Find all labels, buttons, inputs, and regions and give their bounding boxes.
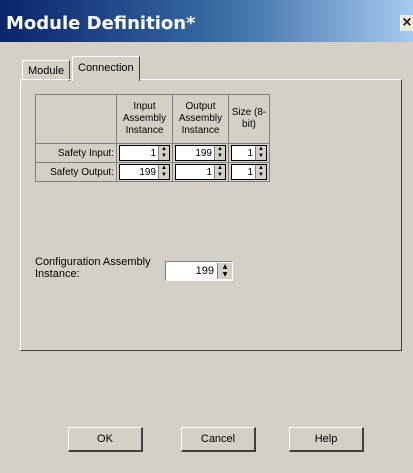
spin-up-icon[interactable]: ▲ <box>218 263 232 271</box>
spin-up-icon[interactable]: ▲ <box>159 165 169 172</box>
spin-up-icon[interactable]: ▲ <box>256 165 266 172</box>
spinner-value[interactable]: 199 <box>120 167 158 178</box>
safety-input-input-instance-spinner[interactable]: 1 ▲ ▼ <box>119 145 170 161</box>
spin-down-icon[interactable]: ▼ <box>215 172 225 179</box>
title-bar: Module Definition* × <box>0 0 413 42</box>
row-label: Safety Input: <box>35 143 117 163</box>
spin-arrows[interactable]: ▲ ▼ <box>255 146 266 160</box>
safety-input-output-instance-spinner[interactable]: 199 ▲ ▼ <box>175 145 226 161</box>
spinner-value[interactable]: 199 <box>176 148 214 159</box>
spin-arrows[interactable]: ▲ ▼ <box>158 165 169 179</box>
spin-arrows[interactable]: ▲ ▼ <box>214 165 225 179</box>
spin-arrows[interactable]: ▲ ▼ <box>255 165 266 179</box>
help-button[interactable]: Help <box>289 427 364 452</box>
row-label: Safety Output: <box>35 162 117 182</box>
tab-connection[interactable]: Connection <box>72 56 140 81</box>
header-output-assembly: Output Assembly Instance <box>172 94 229 144</box>
configuration-instance-spinner[interactable]: 199 ▲ ▼ <box>165 261 233 281</box>
connection-panel: Input Assembly Instance Output Assembly … <box>20 79 402 351</box>
table-corner <box>35 94 117 144</box>
spinner-value[interactable]: 1 <box>232 167 255 178</box>
safety-output-input-instance-cell: 199 ▲ ▼ <box>116 162 173 182</box>
spin-arrows[interactable]: ▲ ▼ <box>214 146 225 160</box>
spin-up-icon[interactable]: ▲ <box>159 146 169 153</box>
spin-arrows[interactable]: ▲ ▼ <box>217 263 232 279</box>
safety-input-size-cell: 1 ▲ ▼ <box>228 143 270 163</box>
header-input-assembly: Input Assembly Instance <box>116 94 173 144</box>
spinner-value[interactable]: 1 <box>120 148 158 159</box>
spinner-value[interactable]: 1 <box>176 167 214 178</box>
table-row: Safety Input: 1 ▲ ▼ 199 ▲ ▼ 1 ▲ ▼ <box>35 143 270 163</box>
configuration-label: Configuration Assembly Instance: <box>35 256 151 280</box>
safety-output-size-cell: 1 ▲ ▼ <box>228 162 270 182</box>
safety-output-output-instance-spinner[interactable]: 1 ▲ ▼ <box>175 164 226 180</box>
spin-down-icon[interactable]: ▼ <box>256 153 266 160</box>
header-size: Size (8-bit) <box>228 94 270 144</box>
tab-module[interactable]: Module <box>22 60 71 81</box>
safety-output-output-instance-cell: 1 ▲ ▼ <box>172 162 229 182</box>
spin-up-icon[interactable]: ▲ <box>215 146 225 153</box>
safety-input-input-instance-cell: 1 ▲ ▼ <box>116 143 173 163</box>
close-icon[interactable]: × <box>400 15 413 31</box>
spin-down-icon[interactable]: ▼ <box>215 153 225 160</box>
spin-down-icon[interactable]: ▼ <box>256 172 266 179</box>
safety-input-output-instance-cell: 199 ▲ ▼ <box>172 143 229 163</box>
spinner-value[interactable]: 199 <box>166 265 217 277</box>
safety-input-size-spinner[interactable]: 1 ▲ ▼ <box>231 145 267 161</box>
spin-down-icon[interactable]: ▼ <box>159 153 169 160</box>
spin-up-icon[interactable]: ▲ <box>256 146 266 153</box>
spin-arrows[interactable]: ▲ ▼ <box>158 146 169 160</box>
assembly-table: Input Assembly Instance Output Assembly … <box>35 94 270 182</box>
spinner-value[interactable]: 1 <box>232 148 255 159</box>
spin-up-icon[interactable]: ▲ <box>215 165 225 172</box>
safety-output-size-spinner[interactable]: 1 ▲ ▼ <box>231 164 267 180</box>
dialog-body: Module Connection Input Assembly Instanc… <box>0 42 413 473</box>
spin-down-icon[interactable]: ▼ <box>218 271 232 279</box>
table-row: Safety Output: 199 ▲ ▼ 1 ▲ ▼ 1 ▲ ▼ <box>35 162 270 182</box>
window-title: Module Definition* <box>6 13 196 34</box>
safety-output-input-instance-spinner[interactable]: 199 ▲ ▼ <box>119 164 170 180</box>
ok-button[interactable]: OK <box>68 427 143 452</box>
spin-down-icon[interactable]: ▼ <box>159 172 169 179</box>
cancel-button[interactable]: Cancel <box>181 427 256 452</box>
